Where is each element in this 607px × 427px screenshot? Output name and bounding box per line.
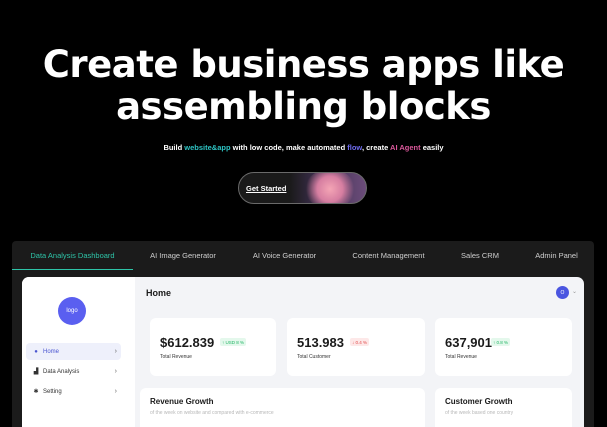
- demo-panel: Data Analysis Dashboard AI Image Generat…: [12, 241, 594, 427]
- stat-value: $612.839: [160, 335, 215, 350]
- tab-ai-voice-generator[interactable]: AI Voice Generator: [233, 241, 336, 270]
- card-subtitle: of the week on website and compared with…: [150, 410, 274, 416]
- hero-sub-highlight-website: website&app: [184, 143, 231, 152]
- tab-label: AI Image Generator: [150, 251, 216, 260]
- card-title: Customer Growth: [445, 397, 513, 406]
- stat-label: Total Customer: [297, 354, 331, 360]
- get-started-button[interactable]: Get Started: [238, 172, 367, 204]
- tab-content-management[interactable]: Content Management: [336, 241, 441, 270]
- chevron-right-icon: ›: [114, 388, 117, 395]
- home-icon: ●: [34, 348, 38, 355]
- logo[interactable]: logo: [58, 297, 86, 325]
- chevron-right-icon: ›: [114, 368, 117, 375]
- sidebar-item-label: Home: [43, 348, 60, 355]
- sidebar-item-label: Setting: [43, 388, 62, 395]
- sidebar-item-home[interactable]: ● Home ›: [26, 343, 121, 360]
- hero-title: Create business apps like assembling blo…: [0, 44, 607, 128]
- stat-badge: ↑ USD 8 %: [220, 338, 247, 346]
- demo-tabs: Data Analysis Dashboard AI Image Generat…: [12, 241, 594, 270]
- hero-title-line1: Create business apps like: [42, 43, 565, 86]
- hero-sub-text: , create: [361, 143, 391, 152]
- tab-data-analysis-dashboard[interactable]: Data Analysis Dashboard: [12, 241, 133, 270]
- hero-sub-text: Build: [163, 143, 185, 152]
- stat-value: 637,901: [445, 335, 492, 350]
- stat-value: 513.983: [297, 335, 344, 350]
- revenue-growth-card: Revenue Growth of the week on website an…: [140, 388, 425, 427]
- hero-subtitle: Build website&app with low code, make au…: [0, 143, 607, 152]
- gear-icon: ✱: [33, 389, 39, 395]
- stat-card-total-revenue: $612.839 ↑ USD 8 % Total Revenue: [150, 318, 276, 376]
- get-started-label: Get Started: [246, 183, 287, 193]
- stat-label: Total Revenue: [445, 354, 477, 360]
- stat-label: Total Revenue: [160, 354, 192, 360]
- page-title: Home: [146, 288, 172, 298]
- tab-label: Content Management: [352, 251, 425, 260]
- card-title: Revenue Growth: [150, 397, 214, 406]
- customer-growth-card: Customer Growth of the week based one co…: [435, 388, 572, 427]
- sidebar-item-setting[interactable]: ✱ Setting ›: [26, 383, 121, 400]
- sidebar-item-data-analysis[interactable]: ▟ Data Analysis ›: [26, 363, 121, 380]
- tab-label: AI Voice Generator: [252, 251, 317, 260]
- logo-text: logo: [66, 308, 78, 314]
- stat-badge: ↓ 0.4 %: [350, 338, 370, 346]
- stat-badge: ↑ 0.8 %: [491, 338, 511, 346]
- stat-card-total-revenue-2: 637,901 ↑ 0.8 % Total Revenue: [435, 318, 572, 376]
- hero-sub-text: with low code, make automated: [230, 143, 348, 152]
- card-subtitle: of the week based one country: [445, 410, 514, 416]
- tab-label: Sales CRM: [461, 251, 499, 260]
- sidebar-item-label: Data Analysis: [43, 368, 80, 375]
- stat-card-total-customer: 513.983 ↓ 0.4 % Total Customer: [287, 318, 425, 376]
- tab-label: Admin Panel: [535, 251, 578, 260]
- dashboard-preview: logo ● Home › ▟ Data Analysis › ✱ Settin…: [22, 277, 584, 427]
- hero-title-line2: assembling blocks: [116, 85, 491, 128]
- hero-sub-highlight-ai-agent: AI Agent: [390, 143, 421, 152]
- tab-ai-image-generator[interactable]: AI Image Generator: [133, 241, 233, 270]
- avatar[interactable]: O: [556, 286, 569, 299]
- chevron-right-icon: ›: [114, 348, 117, 355]
- cta-glow-decoration: [305, 173, 355, 203]
- avatar-initial: O: [560, 289, 565, 296]
- hero-sub-text: easily: [420, 143, 444, 152]
- sidebar: logo ● Home › ▟ Data Analysis › ✱ Settin…: [22, 277, 135, 427]
- hero-sub-highlight-flow: flow: [347, 143, 362, 152]
- tab-admin-panel[interactable]: Admin Panel: [519, 241, 594, 270]
- bar-chart-icon: ▟: [33, 369, 39, 375]
- tab-label: Data Analysis Dashboard: [30, 251, 115, 260]
- chevron-down-icon[interactable]: ⌄: [572, 288, 577, 295]
- tab-sales-crm[interactable]: Sales CRM: [441, 241, 519, 270]
